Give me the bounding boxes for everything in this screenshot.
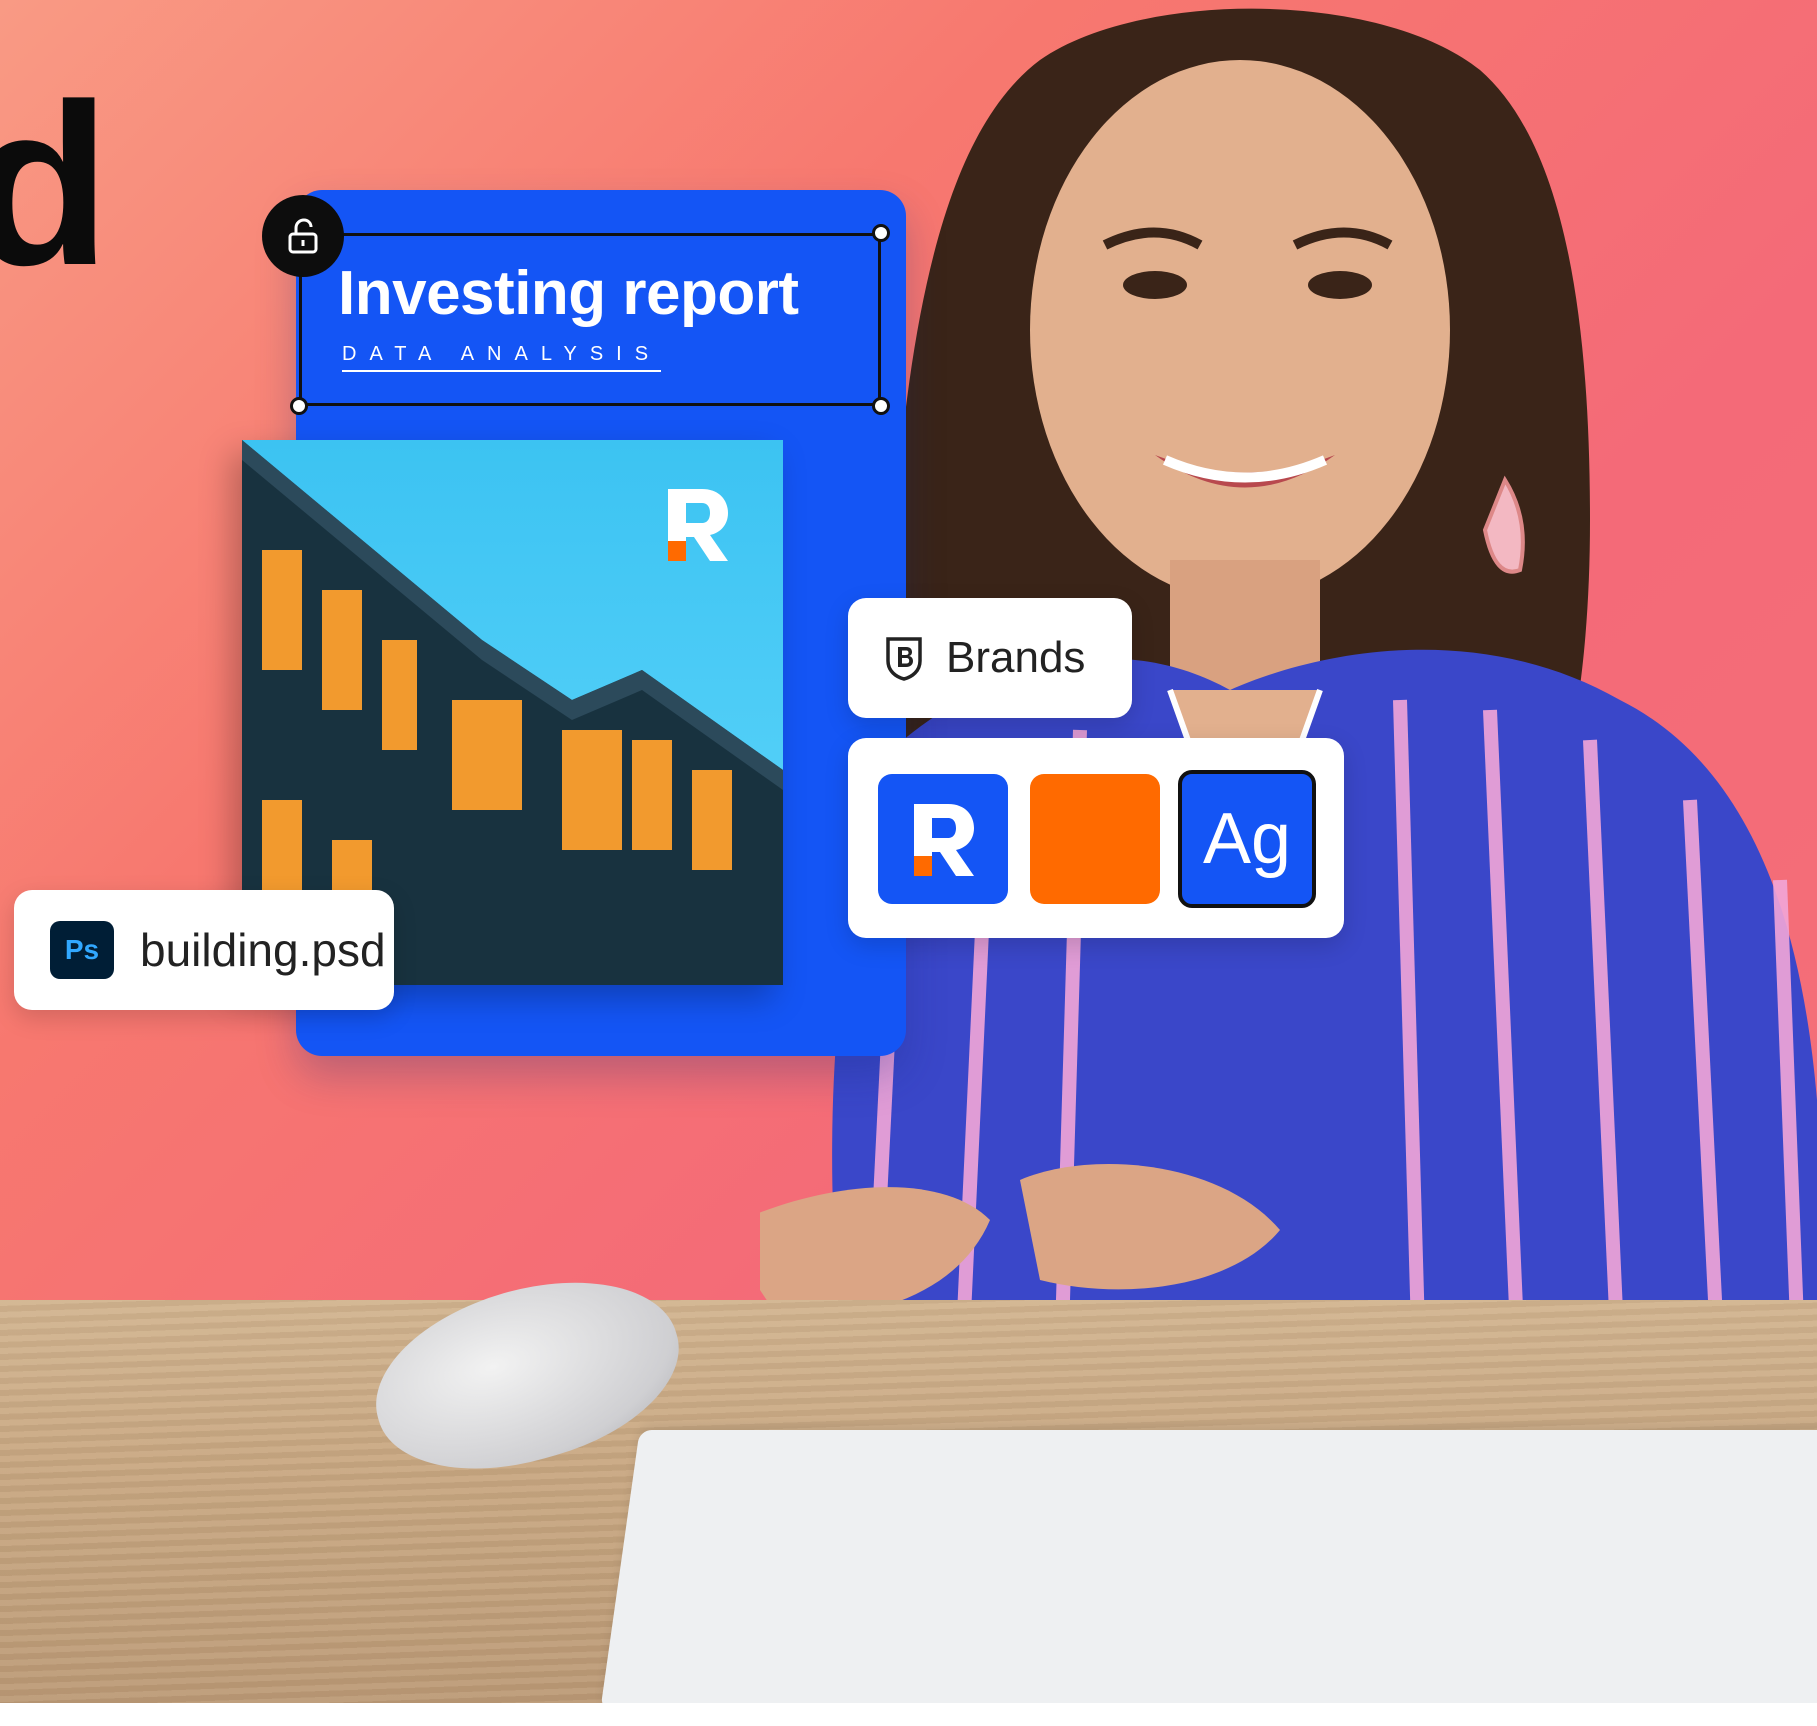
logo-swatch[interactable] <box>878 774 1008 904</box>
resize-handle-bottom-right[interactable] <box>872 397 890 415</box>
report-title[interactable]: Investing report <box>338 258 799 329</box>
resize-handle-bottom-left[interactable] <box>290 397 308 415</box>
bottom-border <box>0 1703 1817 1726</box>
brands-chip[interactable]: Brands <box>848 598 1132 718</box>
report-subtitle: DATA ANALYSIS <box>342 343 662 372</box>
color-swatch-orange[interactable] <box>1030 774 1160 904</box>
brands-label: Brands <box>946 633 1086 682</box>
brand-shield-icon <box>886 637 922 681</box>
brand-assets-panel: Ag <box>848 738 1344 938</box>
lock-open-icon[interactable] <box>262 195 344 277</box>
keyboard <box>600 1430 1817 1703</box>
file-chip[interactable]: Ps building.psd <box>14 890 394 1010</box>
brand-logo <box>668 489 728 561</box>
hero-background: d Investing report DATA ANALYSIS Ps buil… <box>0 0 1817 1703</box>
file-name: building.psd <box>140 924 386 976</box>
font-swatch[interactable]: Ag <box>1178 770 1316 908</box>
headline-letter: d <box>0 56 111 313</box>
photoshop-icon: Ps <box>50 921 114 979</box>
person-illustration <box>760 8 1817 1450</box>
resize-handle-top-right[interactable] <box>872 224 890 242</box>
brand-logo <box>914 804 974 876</box>
